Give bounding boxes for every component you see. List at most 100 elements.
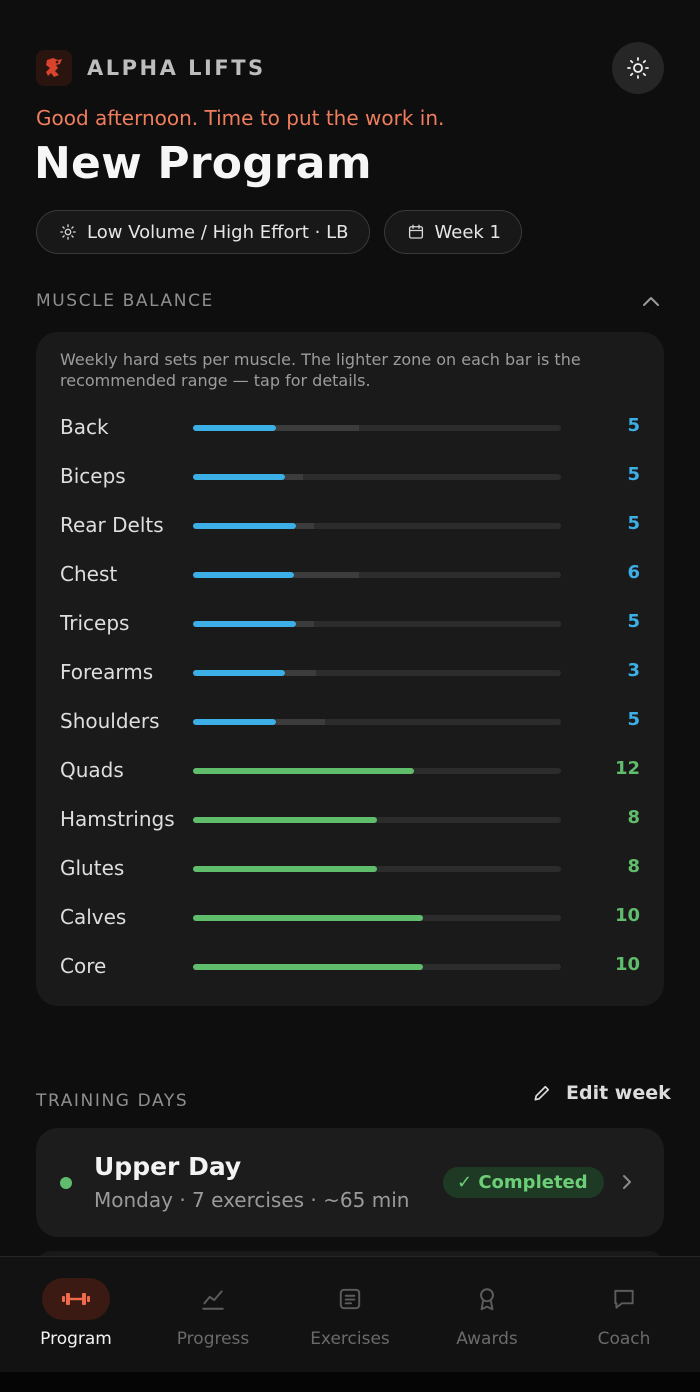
tab-program[interactable]: Program <box>6 1257 146 1372</box>
chat-icon <box>614 1289 634 1309</box>
app-screen: ALPHA LIFTS Good afternoon. Time to put … <box>0 0 700 1372</box>
muscle-sets-value: 5 <box>627 513 640 534</box>
tab-awards[interactable]: Awards <box>417 1257 557 1372</box>
muscle-row[interactable]: Forearms 3 <box>36 654 664 690</box>
training-days-heading: TRAINING DAYS <box>36 1091 189 1111</box>
muscle-bar-track <box>193 474 561 480</box>
theme-toggle-button[interactable] <box>612 42 664 94</box>
muscle-sets-value: 5 <box>627 709 640 730</box>
recommended-zone <box>296 621 315 627</box>
muscle-sets-value: 5 <box>627 464 640 485</box>
tab-label: Exercises <box>310 1329 390 1349</box>
day-title: Upper Day <box>94 1152 242 1181</box>
program-style-chip[interactable]: Low Volume / High Effort · LB <box>36 210 370 254</box>
muscle-name: Back <box>60 415 109 439</box>
muscle-bar-track <box>193 915 561 921</box>
muscle-bar-track <box>193 719 561 725</box>
muscle-balance-card: Weekly hard sets per muscle. The lighter… <box>36 332 664 1006</box>
muscle-sets-value: 8 <box>627 807 640 828</box>
muscle-row[interactable]: Back 5 <box>36 409 664 445</box>
muscle-sets-value: 5 <box>627 611 640 632</box>
muscle-bar-fill <box>193 425 276 431</box>
muscle-bar-track <box>193 670 561 676</box>
week-label: Week 1 <box>434 221 502 243</box>
brand-name: ALPHA LIFTS <box>87 56 266 80</box>
muscle-bar-fill <box>193 964 423 970</box>
recommended-zone <box>294 572 359 578</box>
muscle-bar-fill <box>193 670 285 676</box>
muscle-sets-value: 3 <box>627 660 640 681</box>
muscle-row[interactable]: Glutes 8 <box>36 850 664 886</box>
muscle-name: Chest <box>60 562 118 586</box>
page-title: New Program <box>34 138 372 189</box>
muscle-sets-value: 8 <box>627 856 640 877</box>
muscle-bar-track <box>193 621 561 627</box>
muscle-sets-value: 12 <box>614 758 640 779</box>
muscle-bar-fill <box>193 621 297 627</box>
sun-icon <box>627 57 649 79</box>
brand-header: ALPHA LIFTS <box>36 42 664 94</box>
muscle-name: Calves <box>60 905 127 929</box>
muscle-bar-fill <box>193 768 414 774</box>
tab-label: Coach <box>597 1329 651 1349</box>
muscle-row[interactable]: Calves 10 <box>36 899 664 935</box>
training-day-card[interactable]: Upper Day Monday · 7 exercises · ~65 min… <box>36 1128 664 1237</box>
recommended-zone <box>275 425 359 431</box>
muscle-bar-track <box>193 866 561 872</box>
muscle-balance-heading: MUSCLE BALANCE <box>36 291 214 311</box>
muscle-bar-track <box>193 425 561 431</box>
muscle-row[interactable]: Triceps 5 <box>36 605 664 641</box>
week-chip[interactable]: Week 1 <box>383 210 523 254</box>
muscle-name: Quads <box>60 758 124 782</box>
program-chips: Low Volume / High Effort · LB Week 1 <box>36 210 523 254</box>
muscle-sets-value: 5 <box>627 415 640 436</box>
muscle-sets-value: 6 <box>627 562 640 583</box>
program-style-label: Low Volume / High Effort · LB <box>87 221 349 243</box>
muscle-name: Forearms <box>60 660 154 684</box>
muscle-row[interactable]: Rear Delts 5 <box>36 507 664 543</box>
pencil-icon <box>534 1085 550 1101</box>
muscle-row[interactable]: Shoulders 5 <box>36 703 664 739</box>
bottom-tab-bar: Program Progress Exercises Awards Coach <box>0 1256 700 1372</box>
muscle-bar-fill <box>193 523 297 529</box>
muscle-bar-fill <box>193 719 276 725</box>
recommended-zone <box>275 719 326 725</box>
muscle-bar-fill <box>193 572 295 578</box>
muscle-bar-track <box>193 768 561 774</box>
muscle-name: Core <box>60 954 107 978</box>
muscle-bar-fill <box>193 866 377 872</box>
tab-progress[interactable]: Progress <box>143 1257 283 1372</box>
tab-coach[interactable]: Coach <box>554 1257 694 1372</box>
muscle-bar-fill <box>193 817 377 823</box>
edit-week-label: Edit week <box>566 1082 671 1104</box>
muscle-name: Triceps <box>60 611 130 635</box>
day-status-dot <box>60 1177 72 1189</box>
tab-label: Awards <box>456 1329 518 1349</box>
muscle-row[interactable]: Hamstrings 8 <box>36 801 664 837</box>
muscle-sets-value: 10 <box>614 905 640 926</box>
recommended-zone <box>296 523 315 529</box>
system-bar <box>0 1372 700 1392</box>
muscle-row[interactable]: Core 10 <box>36 948 664 984</box>
muscle-name: Rear Delts <box>60 513 164 537</box>
muscle-name: Hamstrings <box>60 807 175 831</box>
muscle-bar-track <box>193 572 561 578</box>
tab-exercises[interactable]: Exercises <box>280 1257 420 1372</box>
status-badge: ✓ Completed <box>443 1167 604 1198</box>
chevron-right-icon <box>623 1175 631 1189</box>
tab-label: Progress <box>176 1329 250 1349</box>
calendar-icon <box>408 224 423 239</box>
muscle-row[interactable]: Biceps 5 <box>36 458 664 494</box>
chevron-up-icon[interactable] <box>640 292 662 310</box>
recommended-zone <box>285 670 317 676</box>
muscle-name: Shoulders <box>60 709 160 733</box>
recommended-zone <box>285 474 304 480</box>
muscle-bar-fill <box>193 474 285 480</box>
greeting-text: Good afternoon. Time to put the work in. <box>36 106 445 130</box>
muscle-row[interactable]: Chest 6 <box>36 556 664 592</box>
muscle-row[interactable]: Quads 12 <box>36 752 664 788</box>
muscle-bar-track <box>193 523 561 529</box>
balance-description: Weekly hard sets per muscle. The lighter… <box>60 350 581 390</box>
edit-week-button[interactable]: Edit week <box>532 1082 671 1104</box>
chart-line-icon <box>202 1290 224 1310</box>
